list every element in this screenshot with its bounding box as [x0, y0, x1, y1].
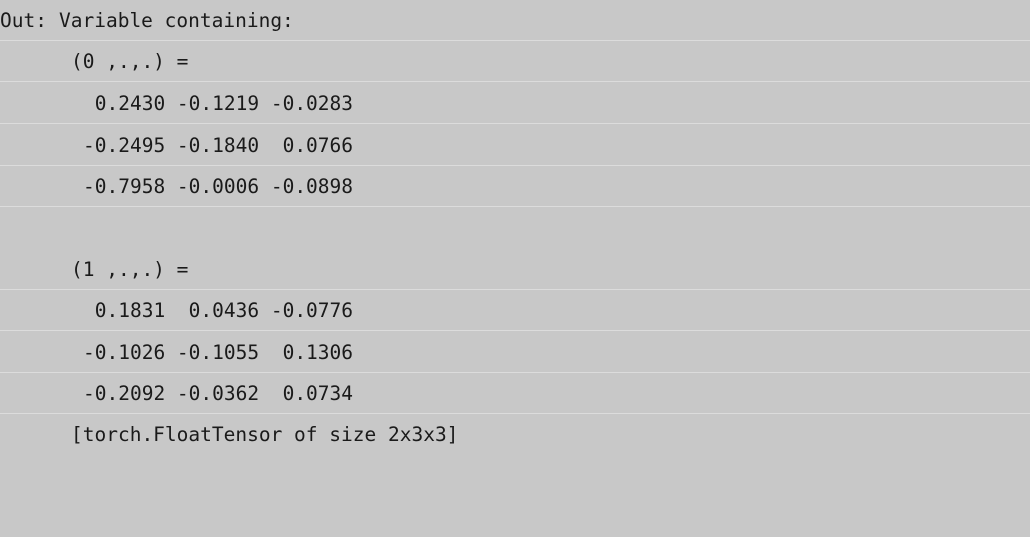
- tensor-row: 0.1831 0.0436 -0.0776: [0, 290, 1030, 331]
- variable-header: Variable containing:: [59, 9, 294, 32]
- tensor-row: 0.2430 -0.1219 -0.0283: [0, 83, 1030, 124]
- slice-0-row-2: -0.7958 -0.0006 -0.0898: [83, 175, 354, 198]
- tensor-row: -0.2495 -0.1840 0.0766: [0, 125, 1030, 166]
- slice-1-label-line: (1 ,.,.) =: [0, 249, 1030, 290]
- slice-1-row-2: -0.2092 -0.0362 0.0734: [83, 382, 354, 405]
- slice-1-label: (1 ,.,.) =: [71, 258, 189, 281]
- tensor-row: -0.1026 -0.1055 0.1306: [0, 332, 1030, 373]
- slice-0-row-1: -0.2495 -0.1840 0.0766: [83, 134, 354, 157]
- tensor-row: -0.2092 -0.0362 0.0734: [0, 373, 1030, 414]
- slice-0-row-0: 0.2430 -0.1219 -0.0283: [83, 92, 354, 115]
- slice-0-label-line: (0 ,.,.) =: [0, 41, 1030, 82]
- tensor-type-footer: [torch.FloatTensor of size 2x3x3]: [71, 423, 459, 446]
- out-prompt-label: Out:: [0, 9, 47, 32]
- tensor-row: -0.7958 -0.0006 -0.0898: [0, 166, 1030, 207]
- slice-1-row-1: -0.1026 -0.1055 0.1306: [83, 341, 354, 364]
- cell-output: Out: Variable containing: (0 ,.,.) = 0.2…: [0, 0, 1030, 455]
- slice-1-row-0: 0.1831 0.0436 -0.0776: [83, 299, 354, 322]
- footer-line: [torch.FloatTensor of size 2x3x3]: [0, 414, 1030, 455]
- output-header-line: Out: Variable containing:: [0, 0, 1030, 41]
- slice-0-label: (0 ,.,.) =: [71, 50, 189, 73]
